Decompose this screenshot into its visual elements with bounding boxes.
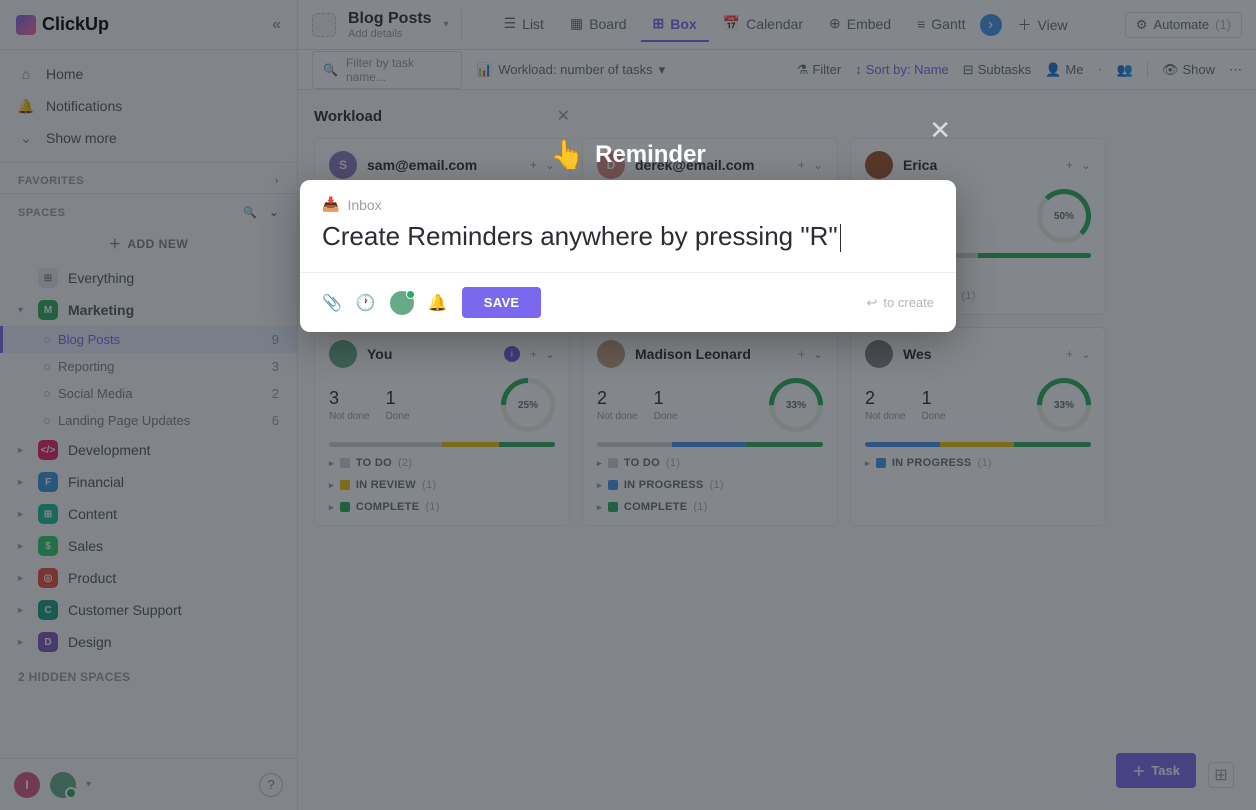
enter-icon: ↩ xyxy=(867,295,878,311)
modal-location[interactable]: 📥 Inbox xyxy=(300,180,956,219)
reminder-modal: 📥 Inbox Create Reminders anywhere by pre… xyxy=(300,180,956,332)
attachment-icon[interactable]: 📎 xyxy=(322,293,342,313)
inbox-icon: 📥 xyxy=(322,196,339,213)
bell-icon[interactable]: 🔔 xyxy=(428,293,448,313)
reminder-input[interactable]: Create Reminders anywhere by pressing "R… xyxy=(300,219,956,273)
save-button[interactable]: SAVE xyxy=(462,287,542,318)
modal-footer: 📎 🕐 🔔 SAVE ↩to create xyxy=(300,273,956,332)
modal-overlay[interactable]: 👆 Reminder ✕ 📥 Inbox Create Reminders an… xyxy=(0,0,1256,810)
pointer-icon: 👆 xyxy=(550,138,585,171)
modal-title: 👆 Reminder xyxy=(550,138,706,171)
clock-icon[interactable]: 🕐 xyxy=(356,293,376,313)
create-hint: ↩to create xyxy=(867,295,935,311)
assignee-avatar[interactable] xyxy=(390,291,414,315)
close-icon[interactable]: ✕ xyxy=(929,115,951,146)
